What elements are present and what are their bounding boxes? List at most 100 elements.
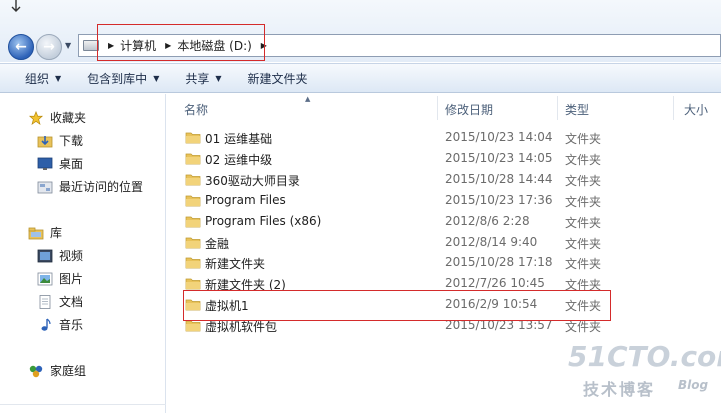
download-folder-icon <box>37 135 53 147</box>
column-header-type[interactable]: 类型 <box>565 101 589 121</box>
file-date-modified: 2015/10/28 17:18 <box>445 255 553 270</box>
address-highlight-box <box>97 24 265 61</box>
nav-libraries[interactable]: 库 <box>28 224 62 241</box>
homegroup-icon <box>29 365 43 377</box>
organize-button[interactable]: 组织 ▼ <box>25 70 61 87</box>
file-name: 360驱动大师目录 <box>205 173 300 188</box>
nav-favorites-label: 收藏夹 <box>50 111 87 125</box>
watermark-subtitle: 技术博客 <box>583 380 656 399</box>
file-row[interactable]: 01 运维基础 2015/10/23 14:04 文件夹 <box>167 128 721 149</box>
cursor-arrow-icon <box>11 0 21 12</box>
nav-desktop-label: 桌面 <box>59 157 84 171</box>
nav-pane-bottom <box>0 404 166 413</box>
nav-pictures[interactable]: 图片 <box>37 270 83 287</box>
file-date-modified: 2015/10/28 14:44 <box>445 171 553 186</box>
file-name: 01 运维基础 <box>205 132 273 146</box>
organize-label: 组织 <box>25 71 50 86</box>
sort-ascending-icon: ▲ <box>305 95 311 103</box>
nav-downloads-label: 下载 <box>59 134 84 148</box>
nav-documents[interactable]: 文档 <box>37 293 83 310</box>
nav-homegroup-label: 家庭组 <box>50 364 87 378</box>
nav-homegroup[interactable]: 家庭组 <box>28 362 86 379</box>
nav-music[interactable]: 音乐 <box>37 316 83 333</box>
file-date-modified: 2015/10/23 14:04 <box>445 130 553 144</box>
include-in-library-button[interactable]: 包含到库中 ▼ <box>87 70 159 87</box>
file-date-modified: 2012/8/6 2:28 <box>445 213 530 228</box>
folder-icon <box>185 258 201 269</box>
include-in-library-label: 包含到库中 <box>87 71 148 86</box>
star-icon <box>28 110 44 125</box>
music-note-icon <box>41 318 51 331</box>
file-row[interactable]: Program Files (x86) 2012/8/6 2:28 文件夹 <box>167 212 721 233</box>
caret-down-icon: ▼ <box>215 73 222 83</box>
folder-icon <box>185 195 201 207</box>
column-divider[interactable] <box>673 96 674 120</box>
file-date-modified: 2012/7/26 10:45 <box>445 276 545 291</box>
file-type: 文件夹 <box>565 215 602 230</box>
desktop-icon <box>37 157 53 170</box>
file-type: 文件夹 <box>565 194 602 209</box>
nav-favorites[interactable]: 收藏夹 <box>28 109 86 126</box>
file-type: 文件夹 <box>565 132 602 146</box>
column-header-date-modified[interactable]: 修改日期 <box>445 101 493 121</box>
recent-pages-dropdown[interactable]: ▼ <box>65 42 73 50</box>
file-name: 新建文件夹 <box>205 257 266 272</box>
file-date-modified: 2012/8/14 9:40 <box>445 234 538 249</box>
file-date-modified: 2015/10/23 14:05 <box>445 150 553 165</box>
file-type: 文件夹 <box>565 236 602 251</box>
file-row[interactable]: 新建文件夹 2015/10/28 17:18 文件夹 <box>167 253 721 274</box>
new-folder-button[interactable]: 新建文件夹 <box>248 70 308 87</box>
recent-places-icon <box>37 181 53 193</box>
file-row[interactable]: 02 运维中级 2015/10/23 14:05 文件夹 <box>167 149 721 170</box>
folder-icon <box>185 216 201 227</box>
folder-icon <box>185 132 201 144</box>
folder-icon <box>185 153 201 165</box>
column-header-size[interactable]: 大小 <box>684 101 708 121</box>
folder-icon <box>185 320 201 332</box>
file-name: 金融 <box>205 236 230 251</box>
row-highlight-box <box>183 290 611 321</box>
nav-videos-label: 视频 <box>59 249 84 263</box>
file-row[interactable]: 360驱动大师目录 2015/10/28 14:44 文件夹 <box>167 170 721 191</box>
file-name: 02 运维中级 <box>205 152 273 167</box>
nav-videos[interactable]: 视频 <box>37 247 83 264</box>
file-type: 文件夹 <box>565 257 602 272</box>
file-type: 文件夹 <box>565 152 602 167</box>
nav-libraries-label: 库 <box>50 226 63 240</box>
file-row[interactable]: Program Files 2015/10/23 17:36 文件夹 <box>167 191 721 212</box>
column-divider[interactable] <box>437 96 438 120</box>
nav-downloads[interactable]: 下载 <box>37 132 83 149</box>
file-date-modified: 2015/10/23 17:36 <box>445 192 553 207</box>
file-name: Program Files <box>205 192 286 207</box>
new-folder-label: 新建文件夹 <box>247 71 308 86</box>
caret-down-icon: ▼ <box>153 73 160 83</box>
nav-recent-label: 最近访问的位置 <box>59 180 144 194</box>
back-button[interactable]: ← <box>8 34 34 60</box>
caret-down-icon: ▼ <box>55 73 62 83</box>
share-label: 共享 <box>185 71 210 86</box>
video-icon <box>37 249 53 262</box>
command-toolbar: 组织 ▼ 包含到库中 ▼ 共享 ▼ 新建文件夹 <box>0 63 721 93</box>
nav-pictures-label: 图片 <box>59 272 84 286</box>
library-icon <box>28 227 44 239</box>
nav-documents-label: 文档 <box>59 295 84 309</box>
nav-desktop[interactable]: 桌面 <box>37 155 83 172</box>
share-button[interactable]: 共享 ▼ <box>185 70 221 87</box>
file-row[interactable]: 金融 2012/8/14 9:40 文件夹 <box>167 233 721 254</box>
forward-button[interactable]: → <box>36 34 62 60</box>
folder-icon <box>185 237 201 248</box>
file-type: 文件夹 <box>565 173 602 188</box>
watermark-site: 51CTO.com <box>568 340 721 373</box>
file-name: Program Files (x86) <box>205 213 322 228</box>
column-header-name[interactable]: 名称 <box>184 101 208 121</box>
back-arrow-icon: ← <box>15 39 27 55</box>
picture-icon <box>37 272 53 285</box>
folder-icon <box>185 278 201 290</box>
nav-recent-places[interactable]: 最近访问的位置 <box>37 178 143 195</box>
column-divider[interactable] <box>557 96 558 120</box>
document-icon <box>39 294 51 309</box>
nav-music-label: 音乐 <box>59 318 84 332</box>
folder-icon <box>185 174 201 186</box>
watermark-blog: Blog <box>678 378 709 392</box>
forward-arrow-icon: → <box>43 39 55 55</box>
